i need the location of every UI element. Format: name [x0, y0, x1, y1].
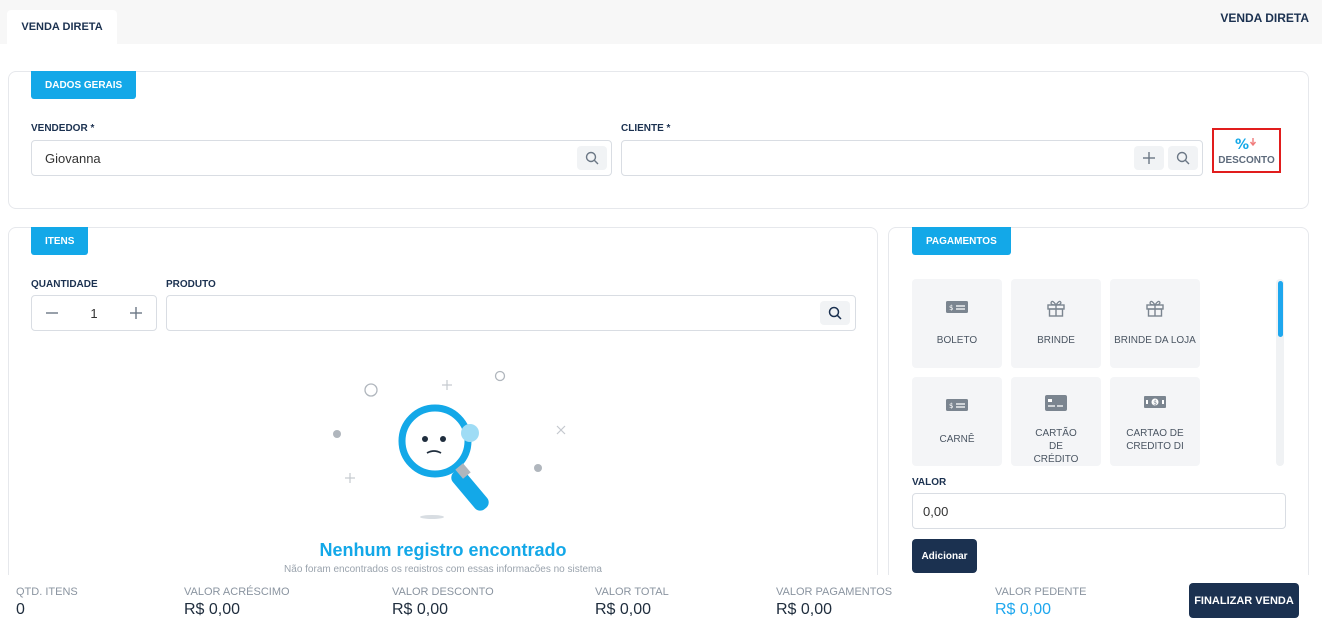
- search-icon: [828, 306, 842, 320]
- svg-text:$: $: [949, 304, 953, 312]
- payment-method-label: BRINDE DA LOJA: [1114, 335, 1196, 346]
- plus-icon: [129, 307, 142, 319]
- total-label: VALOR TOTAL: [595, 586, 669, 598]
- qty-items-label: QTD. ITENS: [16, 586, 78, 598]
- totals-footer: QTD. ITENS 0 VALOR ACRÉSCIMO R$ 0,00 VAL…: [0, 575, 1322, 627]
- empty-state-illustration: [333, 370, 566, 519]
- total-value: VALOR TOTAL R$ 0,00: [595, 586, 669, 619]
- discount-label: DESCONTO: [1218, 154, 1275, 166]
- section-label-items: ITENS: [31, 227, 89, 255]
- money-bill-icon: $: [946, 399, 968, 411]
- search-icon: [1176, 151, 1190, 165]
- surcharge-value: R$ 0,00: [184, 601, 241, 618]
- section-label-general: DADOS GERAIS: [31, 71, 137, 99]
- payment-method-brinde[interactable]: BRINDE: [1011, 279, 1101, 368]
- section-label-payments: PAGAMENTOS: [912, 227, 1011, 255]
- gift-icon: [1146, 300, 1164, 317]
- payment-method-cartao-de-credito[interactable]: CARTÃO DE CRÉDITO: [1011, 377, 1101, 466]
- money-bill-icon: $: [946, 301, 968, 313]
- value-label: VALOR: [912, 477, 947, 488]
- client-add-button[interactable]: [1134, 146, 1164, 170]
- total-discount: VALOR DESCONTO R$ 0,00: [392, 586, 494, 619]
- total-amount: R$ 0,00: [595, 601, 652, 618]
- discount-button[interactable]: % DESCONTO: [1212, 128, 1281, 173]
- percent-down-icon: %: [1235, 137, 1256, 152]
- discount-total-value: R$ 0,00: [392, 601, 449, 618]
- seller-label: VENDEDOR *: [31, 123, 95, 134]
- payment-method-cartao-de-credito-di[interactable]: $ CARTAO DE CREDITO DI: [1110, 377, 1200, 466]
- gift-icon: [1047, 300, 1065, 317]
- plus-icon: [1143, 152, 1155, 164]
- client-label: CLIENTE *: [621, 123, 671, 134]
- empty-state-subtitle: Não foram encontrados os registros com e…: [284, 564, 602, 572]
- product-field[interactable]: [166, 295, 856, 331]
- cash-icon: $: [1144, 396, 1166, 408]
- svg-text:%: %: [1235, 137, 1249, 152]
- qty-items-value: 0: [16, 601, 25, 618]
- pending-value: R$ 0,00: [995, 601, 1052, 618]
- quantity-stepper[interactable]: 1: [31, 295, 157, 331]
- client-field[interactable]: [621, 140, 1203, 176]
- payment-method-label: CARTÃO DE CRÉDITO: [1033, 428, 1079, 465]
- minus-icon: [46, 312, 58, 314]
- scrollbar-thumb[interactable]: [1278, 281, 1283, 337]
- total-pending: VALOR PEDENTE R$ 0,00: [995, 586, 1087, 619]
- payment-method-label: BRINDE: [1037, 335, 1075, 346]
- credit-card-icon: [1045, 395, 1067, 411]
- product-search-button[interactable]: [820, 301, 850, 325]
- client-search-button[interactable]: [1168, 146, 1198, 170]
- payment-method-boleto[interactable]: $ BOLETO: [912, 279, 1002, 368]
- top-bar: VENDA DIRETA VENDA DIRETA: [0, 0, 1322, 44]
- svg-text:$: $: [949, 402, 953, 410]
- payment-value: 0,00: [923, 503, 949, 519]
- finish-sale-button[interactable]: FINALIZAR VENDA: [1189, 583, 1299, 618]
- payments-total-label: VALOR PAGAMENTOS: [776, 586, 893, 598]
- payments-total-value: R$ 0,00: [776, 601, 833, 618]
- quantity-label: QUANTIDADE: [31, 279, 98, 290]
- pending-label: VALOR PEDENTE: [995, 586, 1087, 598]
- total-payments: VALOR PAGAMENTOS R$ 0,00: [776, 586, 892, 619]
- payment-method-label: CARNÊ: [939, 434, 975, 445]
- payment-method-label: BOLETO: [936, 335, 978, 346]
- payment-method-brinde-da-loja[interactable]: BRINDE DA LOJA: [1110, 279, 1200, 368]
- search-icon: [585, 151, 599, 165]
- total-qty-items: QTD. ITENS 0: [16, 586, 78, 619]
- quantity-value[interactable]: 1: [90, 306, 97, 321]
- seller-field[interactable]: Giovanna: [31, 140, 612, 176]
- increment-button[interactable]: [128, 305, 144, 321]
- discount-total-label: VALOR DESCONTO: [392, 586, 494, 598]
- seller-search-button[interactable]: [577, 146, 607, 170]
- payment-method-label: CARTAO DE CREDITO DI: [1126, 428, 1184, 452]
- surcharge-label: VALOR ACRÉSCIMO: [184, 586, 290, 598]
- add-payment-button[interactable]: Adicionar: [912, 539, 977, 573]
- product-label: PRODUTO: [166, 279, 216, 290]
- payment-method-carne[interactable]: $ CARNÊ: [912, 377, 1002, 466]
- payment-value-input[interactable]: 0,00: [912, 493, 1286, 529]
- tab-venda-direta[interactable]: VENDA DIRETA: [7, 10, 117, 44]
- decrement-button[interactable]: [44, 305, 60, 321]
- empty-state-title: Nenhum registro encontrado: [319, 540, 567, 560]
- seller-value: Giovanna: [45, 150, 101, 166]
- total-surcharge: VALOR ACRÉSCIMO R$ 0,00: [184, 586, 290, 619]
- svg-text:$: $: [1153, 400, 1157, 407]
- page-title: VENDA DIRETA: [1220, 11, 1309, 25]
